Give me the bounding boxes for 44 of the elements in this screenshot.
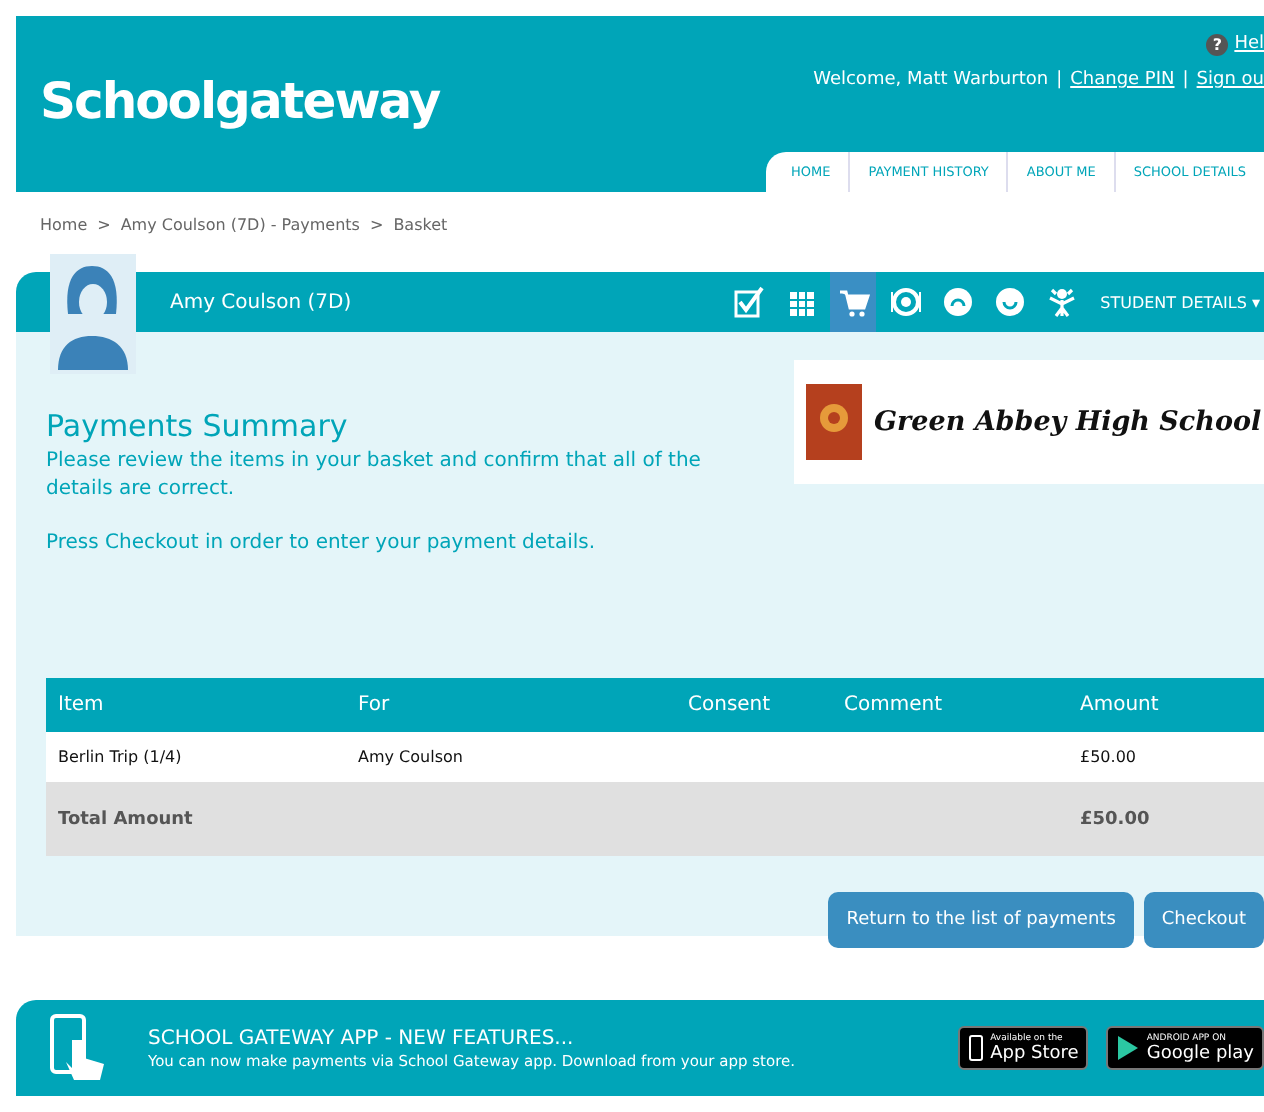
breadcrumb-item[interactable]: Home: [40, 216, 88, 240]
phone-icon: [968, 1034, 985, 1062]
breadcrumb-separator: >: [97, 216, 111, 238]
student-details-menu[interactable]: STUDENT DETAILS ▾: [1100, 293, 1264, 311]
total-label: Total Amount: [58, 809, 195, 829]
phone-tap-icon: [48, 1012, 108, 1084]
breadcrumb-item: Basket: [393, 216, 448, 238]
toolbar-button[interactable]: [830, 272, 877, 332]
checkout-button[interactable]: Checkout: [1143, 892, 1264, 948]
table-cell-text: Berlin Trip (1/4): [58, 748, 184, 766]
column-header: For: [358, 694, 392, 716]
column-header: Item: [58, 694, 106, 716]
separator: |: [1056, 70, 1063, 90]
table-cell-text: Amy Coulson: [358, 748, 465, 766]
column-header: Comment: [844, 694, 944, 716]
column-header: Amount: [1080, 694, 1161, 716]
cart-icon: [837, 286, 870, 318]
figure-icon: [1045, 286, 1078, 318]
welcome-text: Welcome, Matt Warburton: [813, 70, 1049, 90]
sad-face-icon: [941, 286, 974, 318]
calendar-icon: [785, 286, 818, 318]
student-name: Amy Coulson (7D): [170, 291, 352, 313]
checkbox-icon: [733, 286, 766, 318]
app-banner-title: SCHOOL GATEWAY APP - NEW FEATURES...: [148, 1027, 576, 1049]
crest-icon: [806, 384, 862, 460]
column-header: Consent: [688, 694, 773, 716]
smiley-icon: [993, 286, 1026, 318]
return-button[interactable]: Return to the list of payments: [828, 892, 1134, 948]
account-link[interactable]: Sign ou: [1196, 70, 1264, 90]
total-amount: £50.00: [1080, 809, 1152, 829]
table-cell-text: £50.00: [1080, 748, 1138, 766]
breadcrumb-separator: >: [369, 216, 384, 238]
intro-text: Please review the items in your basket and confirm that all of the details are correct.: [46, 448, 703, 504]
play-icon: [1116, 1034, 1141, 1062]
school-name: Green Abbey High School: [874, 406, 1262, 438]
help-link[interactable]: Hel: [1234, 34, 1264, 54]
help-icon: ?: [1206, 33, 1229, 55]
account-link[interactable]: Change PIN: [1070, 70, 1175, 90]
separator: |: [1182, 70, 1189, 90]
coin-icon: [889, 286, 922, 318]
logo: Schoolgateway: [38, 70, 440, 130]
breadcrumb-item[interactable]: Amy Coulson (7D) - Payments: [120, 216, 360, 240]
section-title: Payments Summary: [46, 408, 350, 444]
checkout-note: Press Checkout in order to enter your payment details.: [46, 532, 598, 554]
